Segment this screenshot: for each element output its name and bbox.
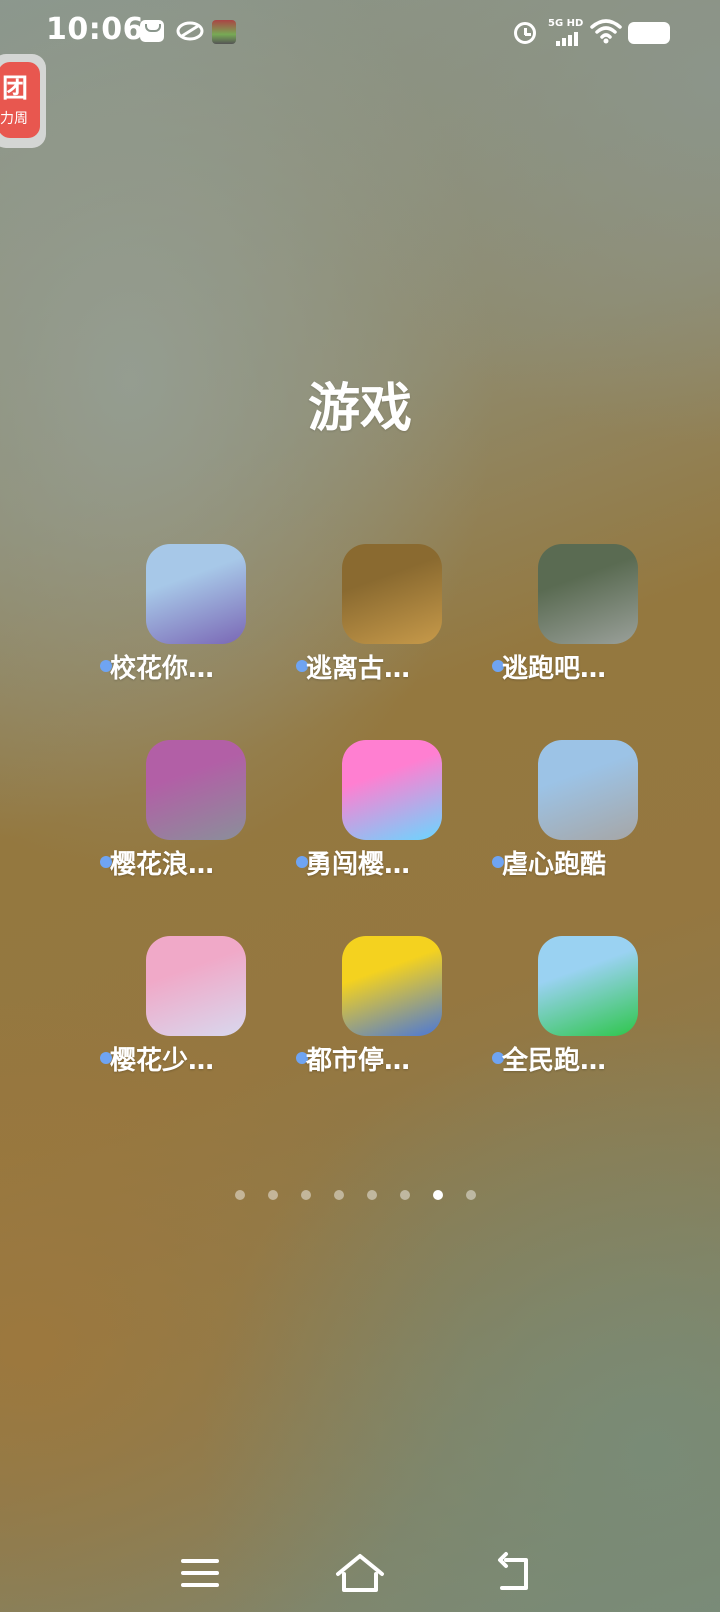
back-icon[interactable]	[490, 1550, 550, 1598]
app-label: 樱花少…	[110, 1046, 215, 1076]
app-icon	[538, 544, 638, 644]
app-label: 樱花浪…	[110, 850, 215, 880]
app-item[interactable]: 虐心跑酷	[488, 740, 684, 900]
app-icon	[342, 740, 442, 840]
app-label: 勇闯樱…	[306, 850, 411, 880]
app-label: 逃跑吧…	[502, 654, 607, 684]
app-label: 全民跑…	[502, 1046, 607, 1076]
mail-icon	[140, 20, 164, 42]
app-item[interactable]: 逃离古…	[292, 544, 488, 704]
app-icon	[538, 740, 638, 840]
app-icon	[342, 936, 442, 1036]
floating-app-bubble[interactable]: 团 力周	[0, 54, 46, 148]
app-label: 虐心跑酷	[502, 850, 607, 880]
signal-icon	[556, 30, 582, 46]
page-dot[interactable]	[268, 1190, 278, 1200]
game-thumbnail-icon	[212, 20, 236, 44]
folder-title[interactable]: 游戏	[0, 366, 720, 441]
cloud-link-icon	[176, 20, 204, 42]
clock: 10:06	[46, 12, 144, 47]
floating-app-label: 力周	[0, 111, 28, 127]
navigation-bar	[0, 1530, 720, 1612]
page-dot[interactable]	[301, 1190, 311, 1200]
app-icon	[146, 740, 246, 840]
app-icon	[146, 544, 246, 644]
battery-icon	[628, 22, 670, 44]
app-label: 逃离古…	[306, 654, 411, 684]
app-item[interactable]: 逃跑吧…	[488, 544, 684, 704]
app-item[interactable]: 樱花浪…	[96, 740, 292, 900]
app-item[interactable]: 樱花少…	[96, 936, 292, 1096]
page-dot[interactable]	[400, 1190, 410, 1200]
page-dot[interactable]	[334, 1190, 344, 1200]
page-dot[interactable]	[433, 1190, 443, 1200]
app-item[interactable]: 校花你…	[96, 544, 292, 704]
app-item[interactable]: 勇闯樱…	[292, 740, 488, 900]
menu-icon[interactable]	[170, 1550, 230, 1598]
floating-app-icon: 团 力周	[0, 62, 40, 138]
app-icon	[538, 936, 638, 1036]
wifi-icon	[590, 18, 622, 44]
app-icon	[342, 544, 442, 644]
status-bar: 10:06 5G HD	[0, 0, 720, 66]
page-dot[interactable]	[466, 1190, 476, 1200]
page-dot[interactable]	[235, 1190, 245, 1200]
app-label: 都市停…	[306, 1046, 411, 1076]
floating-app-glyph: 团	[2, 74, 29, 104]
app-icon	[146, 936, 246, 1036]
page-dot[interactable]	[367, 1190, 377, 1200]
app-item[interactable]: 都市停…	[292, 936, 488, 1096]
app-item[interactable]: 全民跑…	[488, 936, 684, 1096]
alarm-icon	[514, 22, 536, 44]
home-icon[interactable]	[330, 1550, 390, 1598]
network-type-label: 5G HD	[548, 18, 584, 29]
app-label: 校花你…	[110, 654, 215, 684]
